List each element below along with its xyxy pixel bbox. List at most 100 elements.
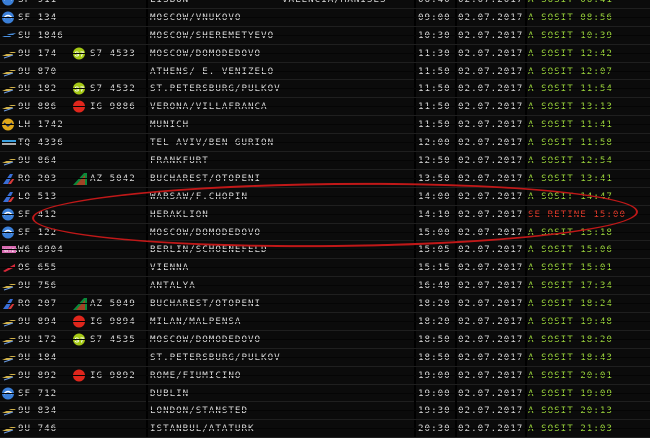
- column-divider: [525, 152, 527, 170]
- flight-number: RO 207: [18, 298, 58, 310]
- wing-airline-icon: [1, 80, 17, 97]
- column-divider: [455, 348, 457, 366]
- scheduled-time: 18:20: [418, 298, 451, 310]
- red-dot-logo-icon: [72, 313, 88, 330]
- column-divider: [455, 223, 457, 241]
- flight-status: A SOSIT 12:07: [528, 65, 613, 77]
- flight-date: 02.07.2017: [458, 172, 524, 184]
- codeshare-flight-number: S7 4532: [90, 83, 136, 95]
- flight-number: 9U 864: [18, 155, 58, 167]
- column-divider: [455, 98, 457, 116]
- column-divider: [455, 152, 457, 170]
- scheduled-time: 18:20: [418, 316, 451, 328]
- column-divider: [146, 384, 148, 402]
- column-divider: [525, 134, 527, 152]
- tail-airline-icon: [1, 295, 17, 312]
- column-divider: [414, 0, 416, 8]
- flight-status: A SOSIT 18:24: [528, 298, 613, 310]
- destination: MOSCOW/DOMODEDOVO: [150, 47, 262, 59]
- svg-text:wizz: wizz: [3, 248, 17, 254]
- column-divider: [525, 26, 527, 44]
- flight-status: A SOSIT 12:54: [528, 155, 613, 167]
- flight-row: 9U 756 ANTALYA 16:40 02.07.2017 A SOSIT 17:3…: [0, 277, 650, 296]
- column-divider: [455, 0, 457, 8]
- column-divider: [525, 169, 527, 187]
- column-divider: [414, 259, 416, 277]
- column-divider: [455, 62, 457, 80]
- flight-date: 02.07.2017: [458, 137, 524, 149]
- column-divider: [455, 420, 457, 438]
- flight-row: 9U 886 IG 9886 VERONA/VILLAFRANCA 11:50 02.0…: [0, 98, 650, 117]
- destination: BUCHAREST/OTOPENI: [150, 172, 262, 184]
- wing-airline-icon: [1, 98, 17, 115]
- column-divider: [146, 80, 148, 98]
- s7-logo-icon: S7: [72, 80, 88, 97]
- scheduled-time: 19:00: [418, 369, 451, 381]
- flight-number: LO 513: [18, 190, 58, 202]
- wing-airline-icon: [1, 45, 17, 62]
- column-divider: [525, 241, 527, 259]
- column-divider: [414, 98, 416, 116]
- flight-row: 9U 746 ISTANBUL/ATATURK 20:30 02.07.2017 A S…: [0, 420, 650, 438]
- column-divider: [146, 366, 148, 384]
- wing-airline-icon: [1, 349, 17, 366]
- column-divider: [414, 26, 416, 44]
- scheduled-time: 15:00: [418, 226, 451, 238]
- flight-number: TQ 4336: [18, 137, 64, 149]
- destination: MUNICH: [150, 119, 190, 131]
- column-divider: [414, 384, 416, 402]
- column-divider: [146, 134, 148, 152]
- destination: ROME/FIUMICINO: [150, 369, 242, 381]
- column-divider: [146, 259, 148, 277]
- column-divider: [414, 348, 416, 366]
- flight-date: 02.07.2017: [458, 351, 524, 363]
- column-divider: [146, 152, 148, 170]
- wing-airline-icon: [1, 277, 17, 294]
- scheduled-time: 18:50: [418, 351, 451, 363]
- az-logo-icon: [72, 170, 88, 187]
- column-divider: [414, 169, 416, 187]
- scheduled-time: 18:50: [418, 333, 451, 345]
- sun-airline-icon: [1, 0, 17, 8]
- column-divider: [525, 348, 527, 366]
- flight-date: 02.07.2017: [458, 65, 524, 77]
- flight-number: 9U 892: [18, 369, 58, 381]
- flight-status: A SOSIT 15:06: [528, 244, 613, 256]
- flight-date: 02.07.2017: [458, 11, 524, 23]
- column-divider: [414, 420, 416, 438]
- scheduled-time: 11:50: [418, 101, 451, 113]
- column-divider: [146, 187, 148, 205]
- column-divider: [525, 259, 527, 277]
- column-divider: [455, 366, 457, 384]
- flight-number: OS 655: [18, 262, 58, 274]
- column-divider: [146, 0, 148, 8]
- scheduled-time: 11:50: [418, 83, 451, 95]
- arrivals-board: SF 911LISBONVALENCIA/MANISES06:4002.07.2…: [0, 0, 650, 438]
- column-divider: [525, 62, 527, 80]
- red-dot-logo-icon: [72, 367, 88, 384]
- flight-status: A SOSIT 13:41: [528, 172, 613, 184]
- column-divider: [146, 44, 148, 62]
- scheduled-time: 11:50: [418, 65, 451, 77]
- codeshare-flight-number: AZ 5049: [90, 298, 136, 310]
- flight-status: A SOSIT 14:47: [528, 190, 613, 202]
- column-divider: [146, 420, 148, 438]
- destination: BUCHAREST/OTOPENI: [150, 298, 262, 310]
- column-divider: [146, 116, 148, 134]
- column-divider: [146, 205, 148, 223]
- column-divider: [525, 295, 527, 313]
- column-divider: [525, 8, 527, 26]
- sun-airline-icon: [1, 224, 17, 241]
- column-divider: [146, 402, 148, 420]
- column-divider: [455, 241, 457, 259]
- column-divider: [455, 402, 457, 420]
- column-divider: [455, 8, 457, 26]
- column-divider: [525, 116, 527, 134]
- destination: MOSCOW/VNUKOVO: [150, 11, 242, 23]
- column-divider: [525, 384, 527, 402]
- destination: VIENNA: [150, 262, 190, 274]
- column-divider: [146, 313, 148, 331]
- wing-airline-icon: [1, 152, 17, 169]
- flight-status: A SOSIT 17:34: [528, 280, 613, 292]
- destination: FRANKFURT: [150, 155, 209, 167]
